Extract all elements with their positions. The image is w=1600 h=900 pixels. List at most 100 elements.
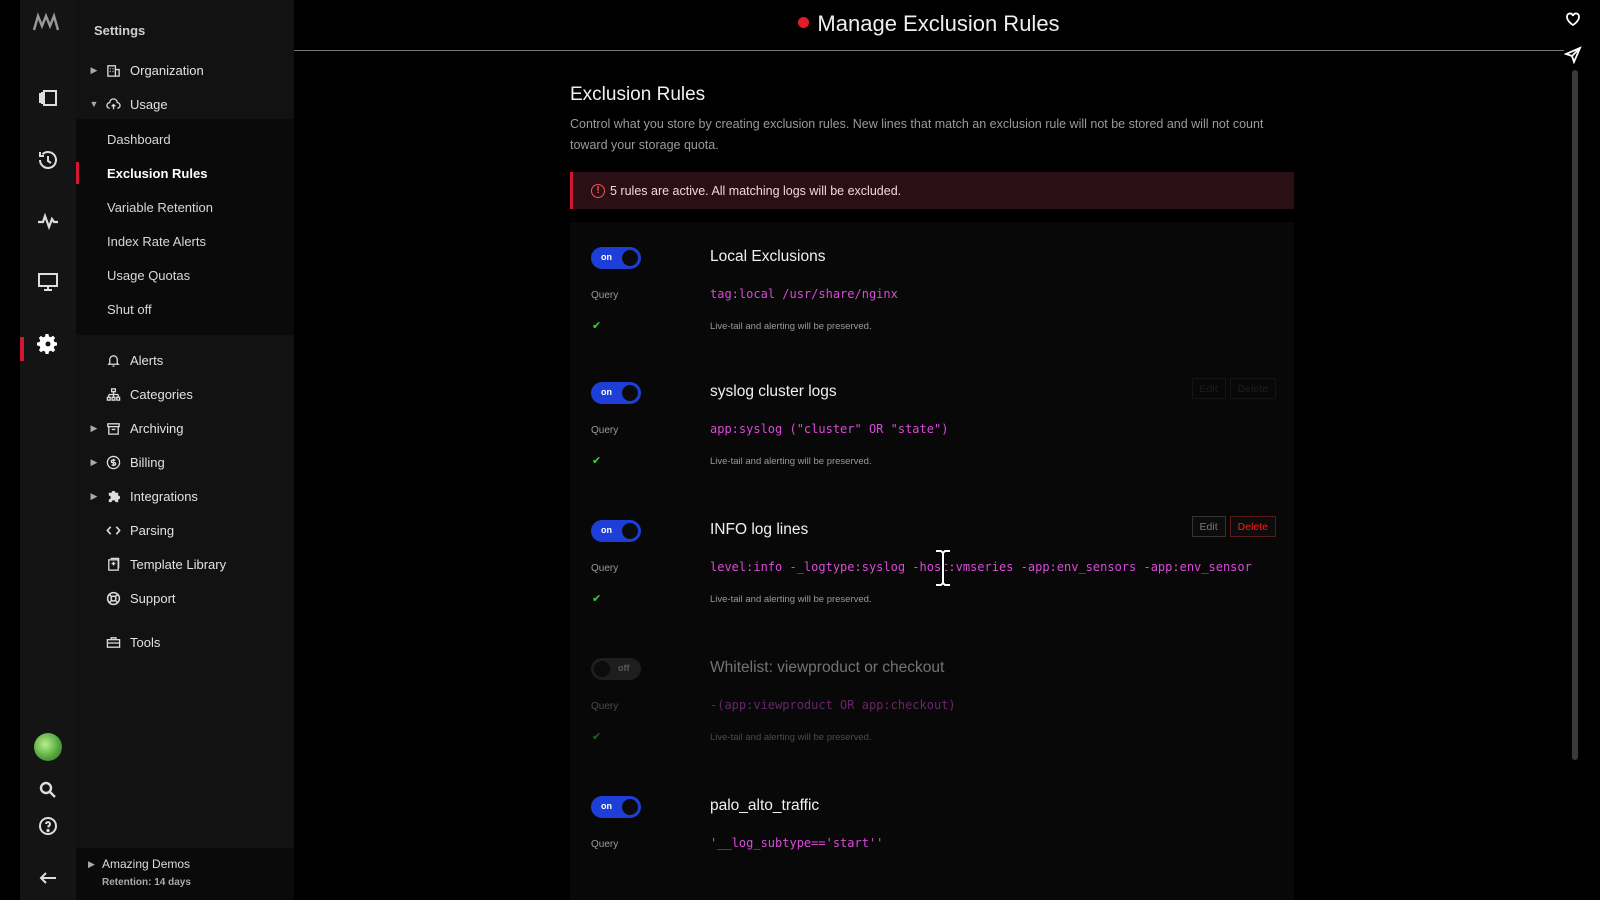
checkmark-icon: ✔ <box>592 730 601 743</box>
rule-name: INFO log lines <box>710 521 808 539</box>
section-heading: Exclusion Rules <box>570 84 1295 106</box>
dollar-icon <box>104 453 122 471</box>
sidebar-item-label: Parsing <box>130 523 174 538</box>
heart-icon[interactable] <box>1564 10 1582 28</box>
account-switcher[interactable]: ▶ Amazing Demos Retention: 14 days <box>76 848 294 900</box>
sidebar-item-alerts[interactable]: ▶ Alerts <box>76 346 294 374</box>
rule-toggle[interactable]: on <box>591 520 641 542</box>
rule-name: syslog cluster logs <box>710 383 837 401</box>
rule-query: -(app:viewproduct OR app:checkout) <box>710 698 956 712</box>
activity-icon[interactable] <box>34 207 62 235</box>
history-icon[interactable] <box>34 146 62 174</box>
bell-icon <box>104 351 122 369</box>
sidebar-item-label: Billing <box>130 455 165 470</box>
subnav-item-dashboard[interactable]: Dashboard <box>76 124 294 154</box>
delete-button[interactable]: Delete <box>1230 378 1276 399</box>
chevron-right-icon: ▶ <box>84 423 104 434</box>
lifebuoy-icon <box>104 589 122 607</box>
monitor-icon[interactable] <box>34 268 62 296</box>
sidebar-item-support[interactable]: ▶ Support <box>76 584 294 612</box>
rule-card: on Local Exclusions Query tag:local /usr… <box>570 222 1294 360</box>
sidebar-item-template-library[interactable]: ▶ Template Library <box>76 550 294 578</box>
query-label: Query <box>591 839 618 850</box>
page-title-text: Manage Exclusion Rules <box>817 11 1059 36</box>
query-label: Query <box>591 290 618 301</box>
code-icon <box>104 521 122 539</box>
rule-note: Live-tail and alerting will be preserved… <box>710 321 872 332</box>
rule-note: Live-tail and alerting will be preserved… <box>710 732 872 743</box>
sidebar-title: Settings <box>94 23 145 38</box>
checkmark-icon: ✔ <box>592 454 601 467</box>
views-icon[interactable] <box>34 84 62 112</box>
edit-button[interactable]: Edit <box>1192 378 1226 399</box>
query-label: Query <box>591 563 618 574</box>
rule-note: Live-tail and alerting will be preserved… <box>710 594 872 605</box>
delete-button[interactable]: Delete <box>1230 516 1276 537</box>
help-icon[interactable] <box>34 812 62 840</box>
search-icon[interactable] <box>34 776 62 804</box>
edit-button[interactable]: Edit <box>1192 516 1226 537</box>
rail-active-indicator <box>20 337 24 361</box>
rule-name: palo_alto_traffic <box>710 797 819 815</box>
archive-icon <box>104 419 122 437</box>
active-rules-alert: ! 5 rules are active. All matching logs … <box>570 172 1294 209</box>
collapse-icon[interactable] <box>34 864 62 892</box>
sidebar-item-categories[interactable]: ▶ Categories <box>76 380 294 408</box>
rule-toggle[interactable]: on <box>591 796 641 818</box>
logdna-logo[interactable] <box>32 12 64 34</box>
rule-query: tag:local /usr/share/nginx <box>710 287 898 301</box>
rule-card: on syslog cluster logs Edit Delete Query… <box>570 357 1294 495</box>
subnav-item-usage-quotas[interactable]: Usage Quotas <box>76 260 294 290</box>
record-dot-icon <box>798 17 809 28</box>
subnav-item-exclusion-rules[interactable]: Exclusion Rules <box>76 158 294 188</box>
gear-icon[interactable] <box>34 330 62 358</box>
rule-query: '__log_subtype=='start'' <box>710 836 883 850</box>
subnav-item-index-rate-alerts[interactable]: Index Rate Alerts <box>76 226 294 256</box>
sidebar-item-label: Archiving <box>130 421 183 436</box>
chevron-right-icon: ▶ <box>84 457 104 468</box>
sidebar-item-label: Support <box>130 591 176 606</box>
cloud-upload-icon <box>104 95 122 113</box>
rule-card: off Whitelist: viewproduct or checkout Q… <box>570 633 1294 771</box>
sidebar-item-label: Integrations <box>130 489 198 504</box>
chevron-down-icon: ▼ <box>84 99 104 109</box>
sitemap-icon <box>104 385 122 403</box>
usage-subnav: Dashboard Exclusion Rules Variable Reten… <box>76 119 294 335</box>
sidebar-item-archiving[interactable]: ▶ Archiving <box>76 414 294 442</box>
avatar[interactable] <box>34 733 62 761</box>
rule-note: Live-tail and alerting will be preserved… <box>710 456 872 467</box>
rule-card: on palo_alto_traffic Query '__log_subtyp… <box>570 771 1294 900</box>
subnav-item-variable-retention[interactable]: Variable Retention <box>76 192 294 222</box>
sidebar-item-label: Tools <box>130 635 160 650</box>
page-header: Manage Exclusion Rules <box>294 0 1564 51</box>
chevron-right-icon: ▶ <box>84 491 104 502</box>
text-cursor-icon <box>932 548 954 588</box>
sidebar-item-usage[interactable]: ▼ Usage <box>76 90 294 118</box>
rule-toggle[interactable]: on <box>591 382 641 404</box>
rule-toggle[interactable]: on <box>591 247 641 269</box>
subnav-item-shut-off[interactable]: Shut off <box>76 294 294 324</box>
building-icon <box>104 61 122 79</box>
chevron-right-icon: ▶ <box>88 859 95 870</box>
page-title: Manage Exclusion Rules <box>294 11 1564 37</box>
sidebar-item-label: Organization <box>130 63 204 78</box>
sidebar-item-tools[interactable]: ▶ Tools <box>76 628 294 656</box>
scrollbar[interactable] <box>1572 70 1578 760</box>
sidebar-item-integrations[interactable]: ▶ Integrations <box>76 482 294 510</box>
main-content: Exclusion Rules Control what you store b… <box>570 84 1295 156</box>
sidebar-item-label: Template Library <box>130 557 226 572</box>
share-icon[interactable] <box>1564 46 1582 64</box>
sidebar-item-label: Usage <box>130 97 168 112</box>
settings-sidebar: Settings ▶ Organization ▼ Usage Dashboar… <box>76 0 294 900</box>
rule-actions: Edit Delete <box>1192 378 1276 399</box>
sidebar-item-organization[interactable]: ▶ Organization <box>76 56 294 84</box>
sidebar-item-billing[interactable]: ▶ Billing <box>76 448 294 476</box>
query-label: Query <box>591 701 618 712</box>
sidebar-item-parsing[interactable]: ▶ Parsing <box>76 516 294 544</box>
rule-name: Whitelist: viewproduct or checkout <box>710 659 944 677</box>
template-icon <box>104 555 122 573</box>
puzzle-icon <box>104 487 122 505</box>
toolbox-icon <box>104 633 122 651</box>
rule-toggle[interactable]: off <box>591 658 641 680</box>
account-name: Amazing Demos <box>102 857 190 871</box>
